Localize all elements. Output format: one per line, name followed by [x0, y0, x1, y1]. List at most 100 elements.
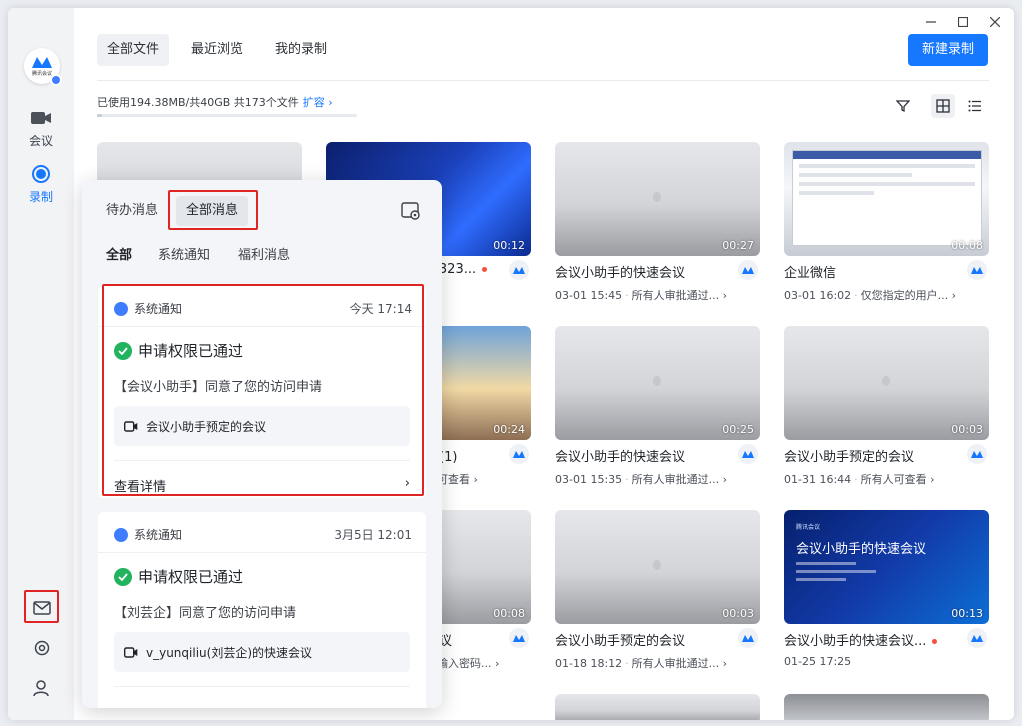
divider	[98, 552, 426, 553]
recording-title: 会议小助手预定的会议	[784, 450, 915, 465]
recording-thumbnail: 腾讯会议 会议小助手的快速会议 00:13	[784, 510, 989, 624]
list-icon	[968, 100, 981, 112]
new-recording-button[interactable]: 新建录制	[908, 34, 988, 66]
promo-title: 会议小助手的快速会议	[796, 542, 927, 557]
settings-button[interactable]	[30, 636, 54, 660]
permission-text: 所有人审批通过...	[631, 289, 720, 302]
logo-mark-icon	[513, 635, 525, 642]
owner-avatar	[967, 444, 987, 464]
subtab-system[interactable]: 系统通知	[158, 244, 210, 263]
grid-icon	[936, 99, 950, 113]
subtab-benefits[interactable]: 福利消息	[238, 244, 290, 263]
expand-storage-link[interactable]: 扩容 ›	[303, 96, 333, 109]
sidebar-item-meeting[interactable]: 会议	[8, 108, 74, 149]
recording-card[interactable]: 00:27 会议小助手的快速会议 03-01 15:45 · 所有人审批通过... …	[555, 142, 760, 302]
status-text: 申请权限已通过	[138, 568, 244, 586]
divider	[114, 460, 410, 461]
expand-label: 扩容	[302, 96, 325, 109]
new-dot-icon	[482, 267, 488, 272]
message-card[interactable]: 系统通知 3月5日 12:01 申请权限已通过 【刘芸企】同意了您的访问申请 v…	[98, 512, 426, 708]
owner-avatar	[967, 260, 987, 280]
screenshot-preview	[792, 150, 982, 246]
meeting-link[interactable]: v_yunqiliu(刘芸企)的快速会议	[114, 632, 410, 672]
storage-progress	[97, 114, 357, 117]
duration-label: 00:25	[722, 423, 754, 436]
recording-card[interactable]: 00:03 会议小助手预定的会议 01-18 18:12 · 所有人审批通过... …	[555, 510, 760, 670]
recording-card[interactable]	[555, 694, 760, 720]
messages-button[interactable]	[30, 596, 54, 620]
close-icon	[990, 17, 1000, 27]
recording-title: 会议小助手的快速会议	[555, 450, 686, 465]
permission-text: 仅您指定的用户...	[860, 289, 949, 302]
tab-my-recordings[interactable]: 我的录制	[265, 34, 337, 66]
tab-all-files[interactable]: 全部文件	[97, 34, 170, 66]
logo-mark-icon	[971, 451, 983, 458]
logo-mark-icon	[742, 451, 754, 458]
header-divider	[97, 80, 989, 81]
recording-card[interactable]: 腾讯会议 会议小助手的快速会议 00:13 会议小助手的快速会议... 01-2…	[784, 510, 989, 668]
view-details-link[interactable]: 查看详情 ›	[114, 476, 410, 495]
recording-meta: 01-31 16:44 · 所有人可查看 ›	[784, 473, 935, 486]
owner-avatar	[738, 444, 758, 464]
message-center-popup: 待办消息 全部消息 全部 系统通知 福利消息 系统通知 今天 17:14 申请权…	[82, 180, 442, 708]
recording-thumbnail	[555, 694, 760, 720]
subtab-all[interactable]: 全部	[106, 244, 132, 263]
app-logo: 腾讯会议	[24, 48, 62, 86]
check-circle-icon	[114, 567, 132, 586]
close-button[interactable]	[982, 12, 1008, 32]
duration-label: 00:03	[951, 423, 983, 436]
recording-card[interactable]: 00:08 企业微信 03-01 16:02 · 仅您指定的用户... ›	[784, 142, 989, 302]
profile-button[interactable]	[30, 676, 54, 700]
recording-card[interactable]	[784, 694, 989, 720]
logo-mark-icon	[742, 635, 754, 642]
tab-all-messages[interactable]: 全部消息	[176, 196, 249, 226]
recording-title: 企业微信	[784, 266, 837, 281]
record-icon	[32, 165, 50, 183]
duration-label: 00:08	[951, 239, 983, 252]
maximize-button[interactable]	[950, 12, 976, 32]
sidebar-item-recording[interactable]: 录制	[8, 164, 74, 205]
chevron-right-icon: ›	[404, 476, 410, 491]
filter-button[interactable]	[891, 94, 915, 118]
meeting-link[interactable]: 会议小助手预定的会议	[114, 406, 410, 446]
recording-thumbnail: 00:03	[784, 326, 989, 440]
promo-line	[796, 562, 856, 565]
logo-mark-icon	[971, 267, 983, 274]
minimize-button[interactable]	[918, 12, 944, 32]
recording-title: 会议小助手预定的会议	[555, 634, 686, 649]
duration-label: 00:13	[951, 607, 983, 620]
recording-card[interactable]: 00:03 会议小助手预定的会议 01-31 16:44 · 所有人可查看 ›	[784, 326, 989, 486]
grid-view-button[interactable]	[931, 94, 955, 118]
recording-title-text: 会议小助手的快速会议...	[784, 634, 927, 649]
detail-label: 查看详情	[114, 480, 167, 495]
recording-date: 03-01 16:02	[784, 289, 852, 302]
owner-avatar	[967, 628, 987, 648]
message-settings-icon[interactable]	[400, 200, 422, 222]
promo-line	[796, 578, 846, 581]
minimize-icon	[926, 21, 936, 23]
logo-mark-icon	[971, 635, 983, 642]
maximize-icon	[958, 17, 968, 27]
sidebar-item-label: 会议	[28, 134, 53, 148]
recording-meta: 03-01 15:45 · 所有人审批通过... ›	[555, 289, 728, 302]
promo-line	[796, 570, 876, 573]
logo-mark-icon	[742, 267, 754, 274]
recording-card[interactable]: 00:25 会议小助手的快速会议 03-01 15:35 · 所有人审批通过... …	[555, 326, 760, 486]
camera-icon	[31, 112, 51, 124]
recording-date: 03-01 15:35	[555, 473, 623, 486]
recording-meta: 01-18 18:12 · 所有人审批通过... ›	[555, 657, 728, 670]
list-view-button[interactable]	[963, 94, 987, 118]
recording-date: 03-01 15:45	[555, 289, 623, 302]
storage-text: 已使用194.38MB/共40GB 共173个文件	[97, 96, 299, 109]
meeting-name: 会议小助手预定的会议	[146, 419, 267, 434]
message-card[interactable]: 系统通知 今天 17:14 申请权限已通过 【会议小助手】同意了您的访问申请 会…	[98, 286, 426, 498]
placeholder-icon	[653, 560, 661, 570]
owner-avatar	[738, 260, 758, 280]
category-label: 系统通知	[134, 302, 183, 316]
divider	[98, 326, 426, 327]
recording-thumbnail: 00:08	[784, 142, 989, 256]
tab-recent[interactable]: 最近浏览	[181, 34, 253, 66]
recording-date: 01-25 17:25	[784, 655, 852, 668]
meeting-name: v_yunqiliu(刘芸企)的快速会议	[146, 645, 313, 660]
tab-todo-messages[interactable]: 待办消息	[96, 196, 168, 226]
